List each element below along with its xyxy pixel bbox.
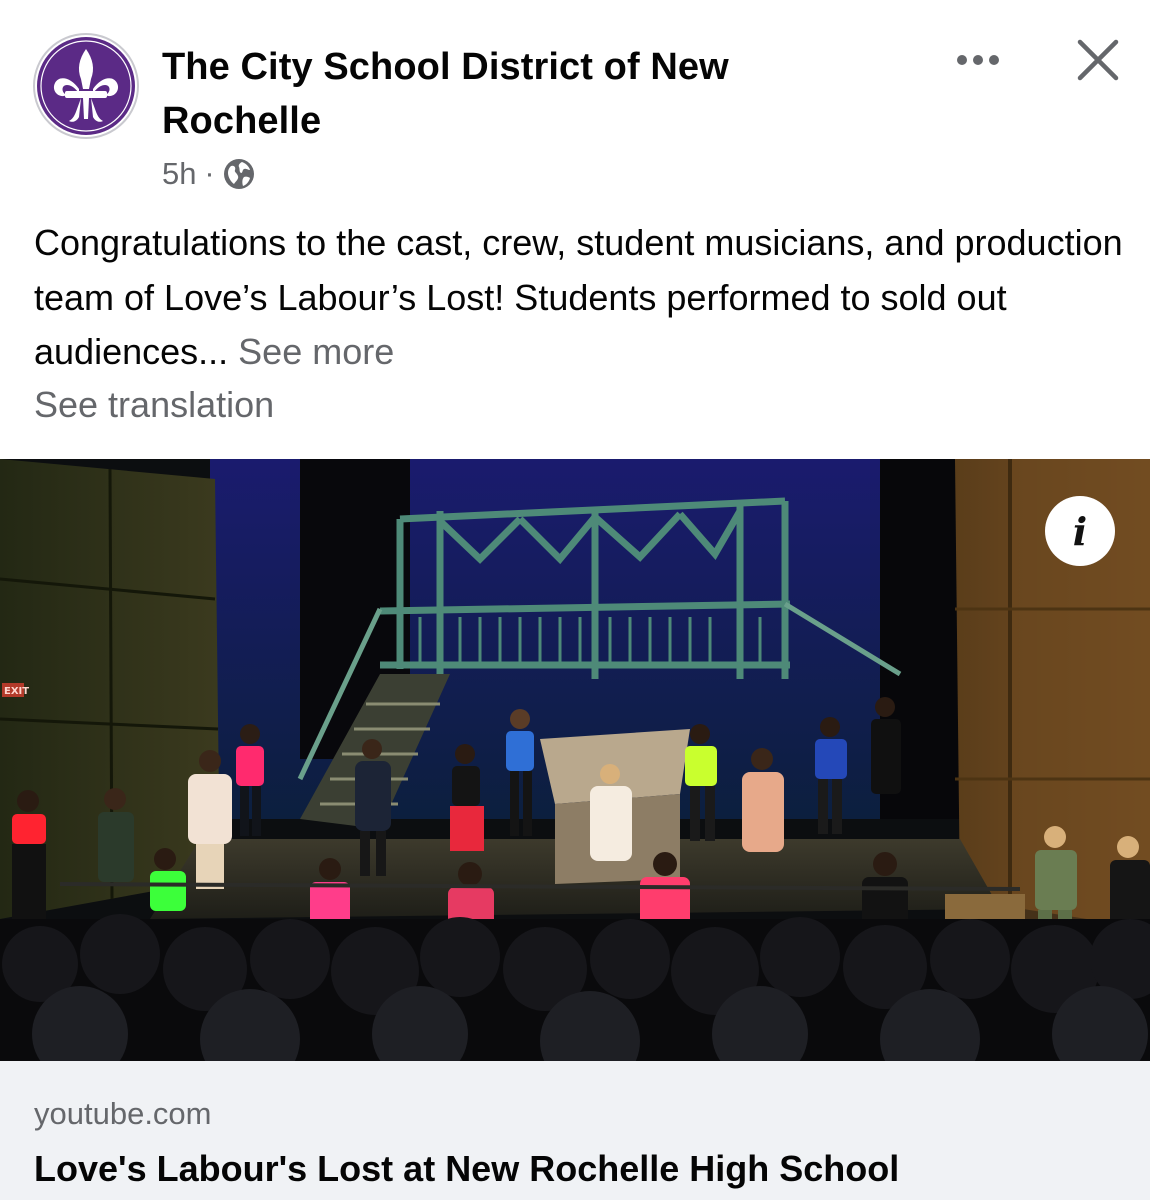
post-body: Congratulations to the cast, crew, stude… — [34, 222, 1123, 372]
post-text: Congratulations to the cast, crew, stude… — [34, 216, 1124, 380]
page-avatar[interactable] — [33, 33, 139, 139]
post-meta: 5h · — [162, 152, 256, 196]
info-icon: i — [1072, 508, 1088, 554]
stage-photo: EXIT — [0, 459, 1150, 1061]
info-button[interactable]: i — [1045, 496, 1115, 566]
see-more-link[interactable]: See more — [238, 331, 394, 372]
meta-separator: · — [204, 157, 215, 190]
video-thumbnail[interactable]: EXIT — [0, 459, 1150, 1061]
fleur-de-lis-icon — [37, 37, 135, 135]
more-icon — [957, 55, 999, 65]
post-time[interactable]: 5h — [162, 156, 196, 192]
close-button[interactable] — [1068, 30, 1128, 90]
exit-sign: EXIT — [4, 686, 29, 697]
link-domain: youtube.com — [34, 1096, 212, 1131]
post-header: The City School District of New Rochelle… — [0, 0, 1150, 210]
more-options-button[interactable] — [950, 40, 1006, 80]
page-name[interactable]: The City School District of New Rochelle — [162, 40, 862, 148]
link-title[interactable]: Love's Labour's Lost at New Rochelle Hig… — [34, 1143, 1134, 1195]
globe-icon — [222, 157, 256, 191]
close-icon — [1077, 39, 1119, 81]
see-translation-link[interactable]: See translation — [34, 378, 274, 432]
